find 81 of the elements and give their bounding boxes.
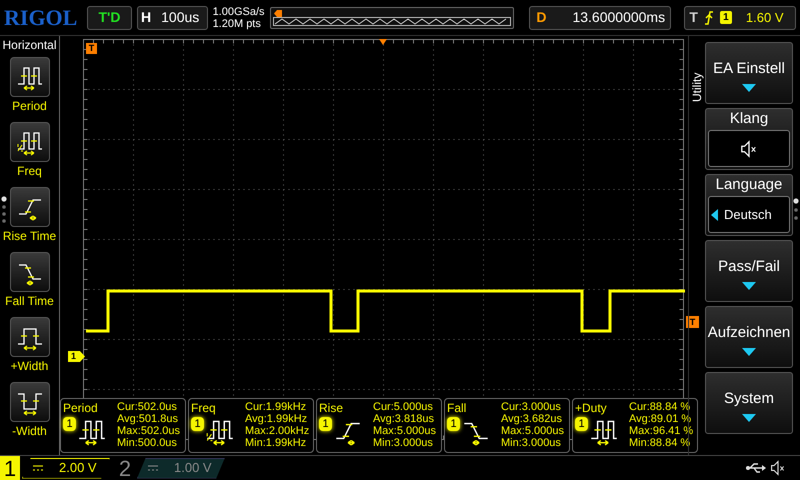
- current-value: Cur:502.0us: [117, 401, 178, 413]
- measurement-name: Freq: [191, 401, 217, 415]
- average-value: Avg:501.8us: [117, 413, 179, 425]
- page-indicator-icon: [793, 198, 799, 222]
- delay-value: 13.6000000ms: [572, 8, 666, 27]
- horizontal-scale-box[interactable]: H 100us: [137, 6, 208, 30]
- minimum-value: Min:1.99kHz: [245, 437, 308, 449]
- menu-button[interactable]: EA Einstell: [705, 42, 793, 104]
- horizontal-scale: 100us: [161, 8, 200, 27]
- down-arrow-icon: [742, 84, 756, 92]
- menu-title: Horizontal: [2, 37, 57, 53]
- maximum-value: Max:2.00kHz: [245, 425, 310, 437]
- option-value-box[interactable]: [708, 130, 790, 167]
- menu-button[interactable]: Aufzeichnen: [705, 306, 793, 368]
- brand-logo: RIGOL: [4, 4, 78, 32]
- rising-edge-icon: [704, 10, 714, 24]
- minimum-value: Min:3.000us: [373, 437, 434, 449]
- trigger-position-arrow-icon: [379, 39, 387, 45]
- run-status: T'D: [87, 6, 132, 30]
- dc-coupling-icon: [148, 465, 158, 471]
- speaker-muted-icon: [740, 140, 758, 158]
- minimum-value: Min:3.000us: [501, 437, 562, 449]
- trigger-source-badge: 1: [720, 11, 732, 24]
- speaker-muted-icon: [770, 460, 786, 476]
- menu-button[interactable]: Klang: [705, 108, 793, 170]
- trigger-position-icon: [274, 10, 282, 16]
- maximum-value: Max:5.000us: [501, 425, 564, 437]
- trigger-level: 1.60 V: [746, 8, 784, 27]
- average-value: Avg:1.99kHz: [245, 413, 308, 425]
- minimum-value: Min:500.0us: [117, 437, 178, 449]
- page-indicator-icon: [1, 196, 7, 224]
- measurement-name: Period: [63, 401, 99, 415]
- measurement-name: Fall: [447, 401, 468, 415]
- measurement-name: Rise: [319, 401, 344, 415]
- trigger-label: T: [689, 8, 698, 27]
- current-value: Cur:1.99kHz: [245, 401, 308, 413]
- vertical-scale: 1.00 V: [174, 459, 212, 478]
- menu-button[interactable]: Language Deutsch: [705, 174, 793, 236]
- option-label: Language: [716, 176, 782, 194]
- delay-box[interactable]: D 13.6000000ms: [529, 6, 672, 30]
- channel-number: 1: [0, 456, 20, 480]
- source-badge: 1: [63, 417, 76, 431]
- left-arrow-icon: [711, 208, 718, 220]
- menu-title: Utility: [689, 72, 705, 102]
- usb-icon: [746, 462, 766, 474]
- trigger-level-marker: T: [686, 316, 699, 328]
- sample-rate: 1.00GSa/s: [212, 6, 266, 18]
- down-arrow-icon: [742, 282, 756, 290]
- measurement-name: +Duty: [575, 401, 608, 415]
- channel-marker: 1: [68, 351, 85, 362]
- source-badge: 1: [447, 417, 460, 431]
- source-badge: 1: [191, 417, 204, 431]
- trigger-box[interactable]: T 1 1.60 V: [684, 6, 796, 30]
- measure-menu-item[interactable]: Freq: [0, 122, 60, 185]
- measure-menu-item[interactable]: Rise Time: [0, 187, 60, 250]
- vertical-scale: 2.00 V: [59, 459, 97, 478]
- down-arrow-icon: [742, 348, 756, 356]
- measure-menu-item[interactable]: Period: [0, 57, 60, 120]
- menu-button[interactable]: System: [705, 372, 793, 434]
- source-badge: 1: [319, 417, 332, 431]
- average-value: Avg:3.682us: [501, 413, 563, 425]
- dc-coupling-icon: [33, 465, 43, 471]
- maximum-value: Max:5.000us: [373, 425, 436, 437]
- option-value: Deutsch: [724, 206, 772, 224]
- trigger-position-marker: T: [86, 43, 97, 54]
- delay-label: D: [536, 8, 546, 27]
- memory-depth: 1.20M pts: [212, 18, 262, 30]
- measure-menu-item[interactable]: Fall Time: [0, 252, 60, 315]
- current-value: Cur:3.000us: [501, 401, 562, 413]
- menu-button[interactable]: Pass/Fail: [705, 240, 793, 302]
- channel-number: 2: [118, 456, 132, 480]
- option-label: Klang: [730, 110, 768, 128]
- source-badge: 1: [575, 417, 588, 431]
- measure-menu-item[interactable]: -Width: [0, 382, 60, 445]
- current-value: Cur:5.000us: [373, 401, 434, 413]
- horizontal-label: H: [141, 8, 152, 27]
- option-value-box[interactable]: Deutsch: [708, 196, 790, 233]
- measure-menu-item[interactable]: +Width: [0, 317, 60, 380]
- down-arrow-icon: [742, 414, 756, 422]
- maximum-value: Max:502.0us: [117, 425, 180, 437]
- average-value: Avg:3.818us: [373, 413, 435, 425]
